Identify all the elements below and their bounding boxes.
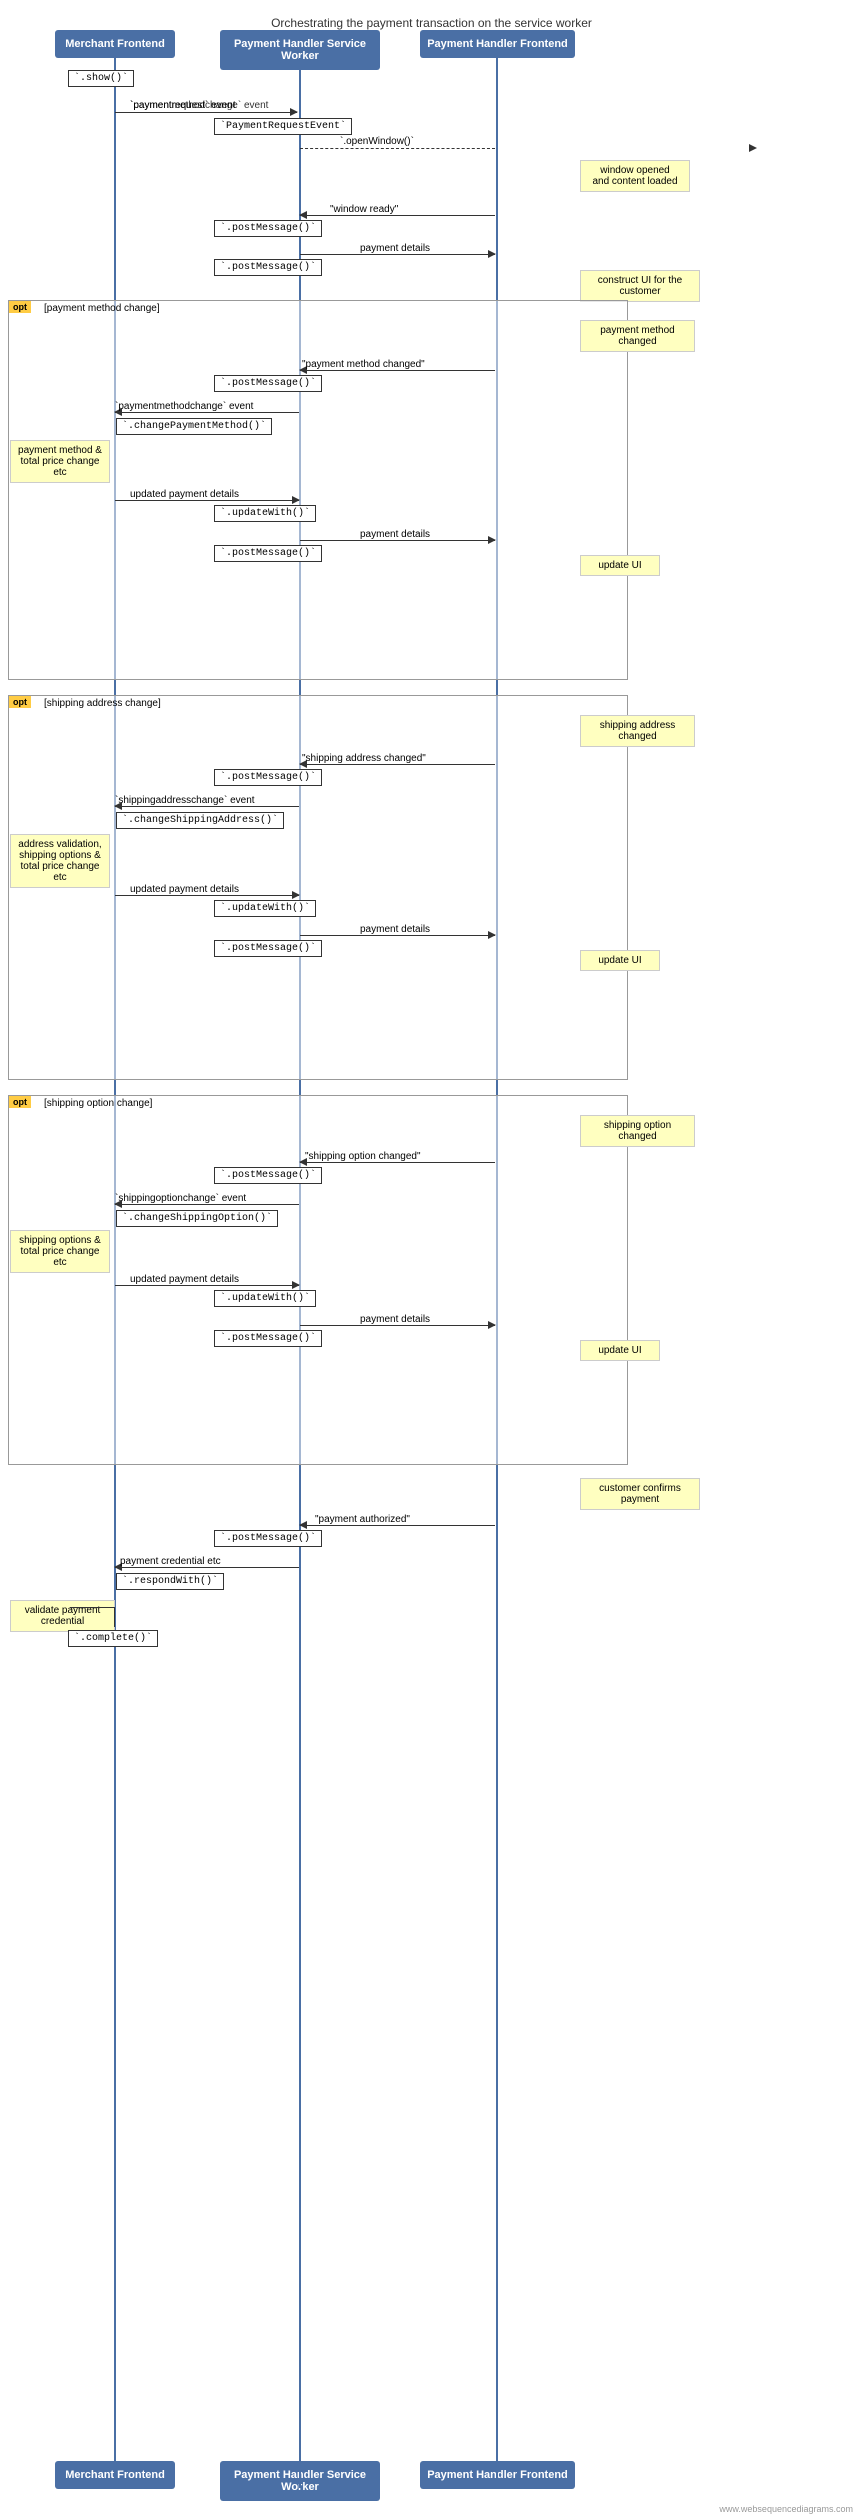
- diagram-container: Orchestrating the payment transaction on…: [0, 0, 863, 2519]
- update-with-3-box: `.updateWith()`: [214, 1290, 316, 1307]
- updated-payment-details-2-label: updated payment details: [130, 884, 239, 895]
- self-loop-top: [70, 1607, 115, 1627]
- diagram-title: Orchestrating the payment transaction on…: [0, 8, 863, 30]
- shipping-option-changed-note: shipping option changed: [580, 1115, 695, 1147]
- payment-details-3-arrow: [300, 935, 495, 936]
- shipping-address-changed-note: shipping address changed: [580, 715, 695, 747]
- opt-condition-1: [payment method change]: [44, 303, 160, 314]
- payment-details-2-label: payment details: [360, 529, 430, 540]
- post-message-6-box: `.postMessage()`: [214, 940, 322, 957]
- window-ready-label: "window ready": [330, 204, 398, 215]
- complete-box: `.complete()`: [68, 1630, 158, 1647]
- shipping-option-changed-arrow: [300, 1162, 495, 1163]
- payment-details-3-label: payment details: [360, 924, 430, 935]
- shipping-option-changed-msg: "shipping option changed": [305, 1151, 421, 1162]
- opt-label-1: opt: [9, 301, 31, 313]
- updated-payment-details-3-arrow: [115, 1285, 299, 1286]
- self-loop-bottom: [115, 1625, 116, 1626]
- post-message-5-box: `.postMessage()`: [214, 769, 322, 786]
- open-window-arrowhead: [749, 144, 757, 152]
- opt-label-2: opt: [9, 696, 31, 708]
- construct-ui-note: construct UI for the customer: [580, 270, 700, 302]
- post-message-2-box: `.postMessage()`: [214, 259, 322, 276]
- opt-condition-2: [shipping address change]: [44, 698, 161, 709]
- change-shipping-address-box: `.changeShippingAddress()`: [116, 812, 284, 829]
- update-with-1-box: `.updateWith()`: [214, 505, 316, 522]
- paymentrequest-arrow: [115, 112, 297, 113]
- header-merchant: Merchant Frontend: [55, 30, 175, 58]
- update-with-2-box: `.updateWith()`: [214, 900, 316, 917]
- change-payment-method-box: `.changePaymentMethod()`: [116, 418, 272, 435]
- header-frontend: Payment Handler Frontend: [420, 30, 575, 58]
- updated-payment-details-2-arrow: [115, 895, 299, 896]
- window-ready-arrow: [300, 215, 495, 216]
- shippingoptionchange-event-arrow: [115, 1204, 299, 1205]
- payment-credential-label: payment credential etc: [120, 1556, 221, 1567]
- post-message-4-box: `.postMessage()`: [214, 545, 322, 562]
- payment-details-4-arrow: [300, 1325, 495, 1326]
- payment-details-2-arrow: [300, 540, 495, 541]
- shipping-address-changed-arrow: [300, 764, 495, 765]
- address-validation-note: address validation,shipping options &tot…: [10, 834, 110, 888]
- payment-method-changed-arrow: [300, 370, 495, 371]
- update-ui-2-note: update UI: [580, 950, 660, 971]
- payment-credential-arrow: [115, 1567, 299, 1568]
- change-shipping-option-box: `.changeShippingOption()`: [116, 1210, 278, 1227]
- post-message-3-box: `.postMessage()`: [214, 375, 322, 392]
- customer-confirms-note: customer confirms payment: [580, 1478, 700, 1510]
- updated-payment-details-3-label: updated payment details: [130, 1274, 239, 1285]
- updated-payment-details-1-label: updated payment details: [130, 489, 239, 500]
- post-message-1-box: `.postMessage()`: [214, 220, 322, 237]
- payment-details-1-label: payment details: [360, 243, 430, 254]
- window-opened-note: window openedand content loaded: [580, 160, 690, 192]
- opt-frame-1: opt [payment method change]: [8, 300, 628, 680]
- post-message-8-box: `.postMessage()`: [214, 1330, 322, 1347]
- shipping-address-changed-msg: "shipping address changed": [302, 753, 426, 764]
- payment-details-4-label: payment details: [360, 1314, 430, 1325]
- opt-condition-3: [shipping option change]: [44, 1098, 152, 1109]
- watermark: www.websequencediagrams.com: [719, 2504, 853, 2514]
- payment-authorized-msg: "payment authorized": [315, 1514, 410, 1525]
- paymentrequest-event-label: `paymentrequest` event: [130, 100, 236, 111]
- paymentmethodchange-event-arrow: [115, 412, 299, 413]
- post-message-7-box: `.postMessage()`: [214, 1167, 322, 1184]
- update-ui-1-note: update UI: [580, 555, 660, 576]
- show-method-box: `.show()`: [68, 70, 134, 87]
- paymentmethodchange-event-label: `paymentmethodchange` event: [115, 401, 253, 412]
- respond-with-box: `.respondWith()`: [116, 1573, 224, 1590]
- updated-payment-details-1-arrow: [115, 500, 299, 501]
- shippingaddresschange-event-label: `shippingaddresschange` event: [115, 795, 255, 806]
- opt-label-3: opt: [9, 1096, 31, 1108]
- payment-request-event-box: `PaymentRequestEvent`: [214, 118, 352, 135]
- payment-method-total-note: payment method &total price change etc: [10, 440, 110, 483]
- payment-details-1-arrow: [300, 254, 495, 255]
- open-window-arrow: [300, 148, 495, 149]
- shippingaddresschange-event-arrow: [115, 806, 299, 807]
- open-window-label: `.openWindow()`: [340, 136, 414, 147]
- payment-authorized-arrow: [300, 1525, 495, 1526]
- payment-method-changed-msg: "payment method changed": [302, 359, 425, 370]
- payment-method-changed-note: payment method changed: [580, 320, 695, 352]
- post-message-9-box: `.postMessage()`: [214, 1530, 322, 1547]
- update-ui-3-note: update UI: [580, 1340, 660, 1361]
- shipping-options-note: shipping options &total price change etc: [10, 1230, 110, 1273]
- shippingoptionchange-event-label: `shippingoptionchange` event: [115, 1193, 246, 1204]
